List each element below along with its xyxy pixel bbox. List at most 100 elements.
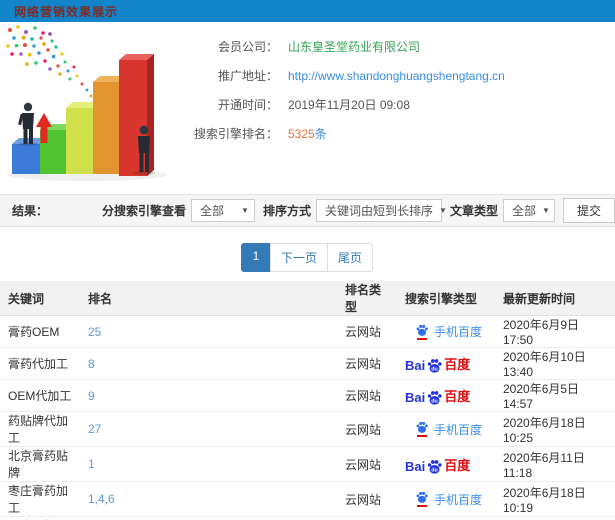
pagination: 1 下一页 尾页 [0,243,615,272]
rank-cell: 9 [80,379,337,412]
rank-link[interactable]: 8 [88,357,95,371]
page-title: 网络营销效果展示 [14,4,119,19]
table-row: OEM代加工 9 云网站 Bai du 百度 2020年6月5日 14:57 [0,379,615,412]
keyword-cell: 膏药OEM [0,315,80,348]
table-row: 膏药代加工 8 云网站 Bai du 百度 2020年6月10日 13:40 [0,347,615,380]
engine-filter-label: 分搜索引擎查看 [101,204,186,218]
filter-controls: 分搜索引擎查看 全部 ▼ 排序方式 关键词由短到长排序 ▼ 文章类型 全部 ▼ … [94,198,615,223]
promo-url-link[interactable]: http://www.shandonghuangshengtang.cn [288,69,505,83]
updated-cell: 2020年6月10日 13:40 [495,347,615,380]
info-row-company: 会员公司： 山东皇圣堂药业有限公司 [190,32,615,61]
table-row: 北京膏药贴牌 1 云网站 Bai du 百度 2020年6月11日 11:18 [0,446,615,482]
rank-cell: 8 [80,347,337,380]
last-page-button[interactable]: 尾页 [327,243,374,272]
chevron-down-icon: ▼ [542,206,550,215]
rank-cell: 27 [80,411,337,447]
chevron-down-icon: ▼ [438,206,447,215]
updated-cell: 2020年6月18日 10:19 [495,481,615,517]
keyword-cell: 药贴牌代加工 [0,411,80,447]
rank-link[interactable]: 27 [88,422,101,436]
header-engine-type: 搜索引擎类型 [397,281,495,316]
keyword-cell: 北京膏药贴牌 [0,446,80,482]
bar-chart-illustration [6,25,167,181]
company-label: 会员公司： [217,40,278,54]
baidu-paw-icon: du [428,391,442,405]
keyword-cell: 医疗器械厂家 [0,516,80,520]
rank-type-cell: 云网站 [337,516,397,520]
info-section: 会员公司： 山东皇圣堂药业有限公司 推广地址： http://www.shand… [0,22,615,194]
baidu-logo: Bai du 百度 [405,389,471,405]
page-1-button[interactable]: 1 [240,243,271,272]
updated-cell: 2020年6月11日 11:18 [495,446,615,482]
info-row-open-time: 开通时间： 2019年11月20日 09:08 [190,90,615,119]
rank-type-cell: 云网站 [337,411,397,447]
article-type-label: 文章类型 [449,204,498,218]
rank-link[interactable]: 1 [88,457,95,471]
rank-count-unit: 条 [314,127,327,141]
rank-type-cell: 云网站 [337,379,397,412]
rank-type-cell: 云网站 [337,481,397,517]
rank-link[interactable]: 1,4,6 [88,492,115,506]
mobile-baidu-logo: 手机百度 [415,491,482,508]
chevron-down-icon: ▼ [241,206,249,215]
header-rank: 排名 [80,281,337,316]
rank-type-cell: 云网站 [337,315,397,348]
baidu-logo: Bai du 百度 [405,357,471,373]
open-time-value: 2019年11月20日 09:08 [288,98,410,112]
submit-button[interactable]: 提交 [562,198,615,223]
updated-cell: 2020年6月9日 17:50 [495,315,615,348]
info-row-rank-count: 搜索引擎排名： 5325条 [190,119,615,148]
engine-filter-value: 全部 [199,204,224,218]
member-info: 会员公司： 山东皇圣堂药业有限公司 推广地址： http://www.shand… [190,22,615,148]
header-updated: 最新更新时间 [495,281,615,316]
info-row-url: 推广地址： http://www.shandonghuangshengtang.… [190,61,615,90]
rank-link[interactable]: 25 [88,325,101,339]
keyword-cell: 枣庄膏药加工 [0,481,80,517]
engine-cell: Bai du 百度 [397,446,495,482]
updated-cell: 2020年6月5日 14:57 [495,379,615,412]
mobile-baidu-logo: 手机百度 [415,421,482,438]
updated-cell: 2020年6月18日 10:25 [495,411,615,447]
red-underline [417,435,427,437]
engine-cell: Bai du 百度 [397,379,495,412]
article-type-value: 全部 [511,204,536,218]
company-link[interactable]: 山东皇圣堂药业有限公司 [288,38,420,55]
baidu-paw-icon [415,421,429,437]
engine-cell: Bai du 百度 [397,347,495,380]
table-row: 枣庄膏药加工 1,4,6 云网站 手机百度 du 2020年6月18日 10:1… [0,481,615,517]
engine-cell: 手机百度 du [397,315,495,348]
filter-bar: 结果： 分搜索引擎查看 全部 ▼ 排序方式 关键词由短到长排序 ▼ 文章类型 全… [0,194,615,227]
rank-cell: 4 [80,516,337,520]
result-label: 结果： [12,204,49,218]
article-type-select[interactable]: 全部 ▼ [502,199,555,222]
table-row: 膏药OEM 25 云网站 手机百度 du 2020年6月9日 17:50 [0,315,615,348]
red-underline [417,337,427,340]
promo-url-label: 推广地址： [217,69,278,83]
mobile-baidu-logo: 手机百度 [415,323,482,340]
svg-text:du: du [431,366,438,372]
open-time-label: 开通时间： [217,98,278,112]
table-row: 医疗器械厂家 4 云网站 Bai du 百度 2020年5月29日 10:32 [0,516,615,520]
confetti-dots [6,25,96,104]
rank-link[interactable]: 9 [88,389,95,403]
header-keyword: 关键词 [0,281,80,316]
rank-type-cell: 云网站 [337,446,397,482]
baidu-paw-icon: du [428,359,442,373]
baidu-logo: Bai du 百度 [405,457,471,474]
svg-text:du: du [431,467,438,473]
rank-count-label: 搜索引擎排名： [193,127,278,141]
rank-cell: 1,4,6 [80,481,337,517]
header-rank-type: 排名类型 [337,281,397,316]
sort-filter-select[interactable]: 关键词由短到长排序 ▼ [315,199,447,222]
engine-filter-select[interactable]: 全部 ▼ [190,199,255,222]
results-table: 关键词 排名 排名类型 搜索引擎类型 最新更新时间 膏药OEM 25 云网站 手… [0,281,615,520]
rank-cell: 25 [80,315,337,348]
sort-filter-value: 关键词由短到长排序 [324,204,433,218]
baidu-paw-icon [415,324,429,340]
red-underline [417,505,427,507]
next-page-button[interactable]: 下一页 [269,243,328,272]
keyword-cell: OEM代加工 [0,379,80,412]
svg-text:du: du [431,398,438,404]
baidu-paw-icon [415,491,429,507]
engine-cell: Bai du 百度 [397,516,495,520]
